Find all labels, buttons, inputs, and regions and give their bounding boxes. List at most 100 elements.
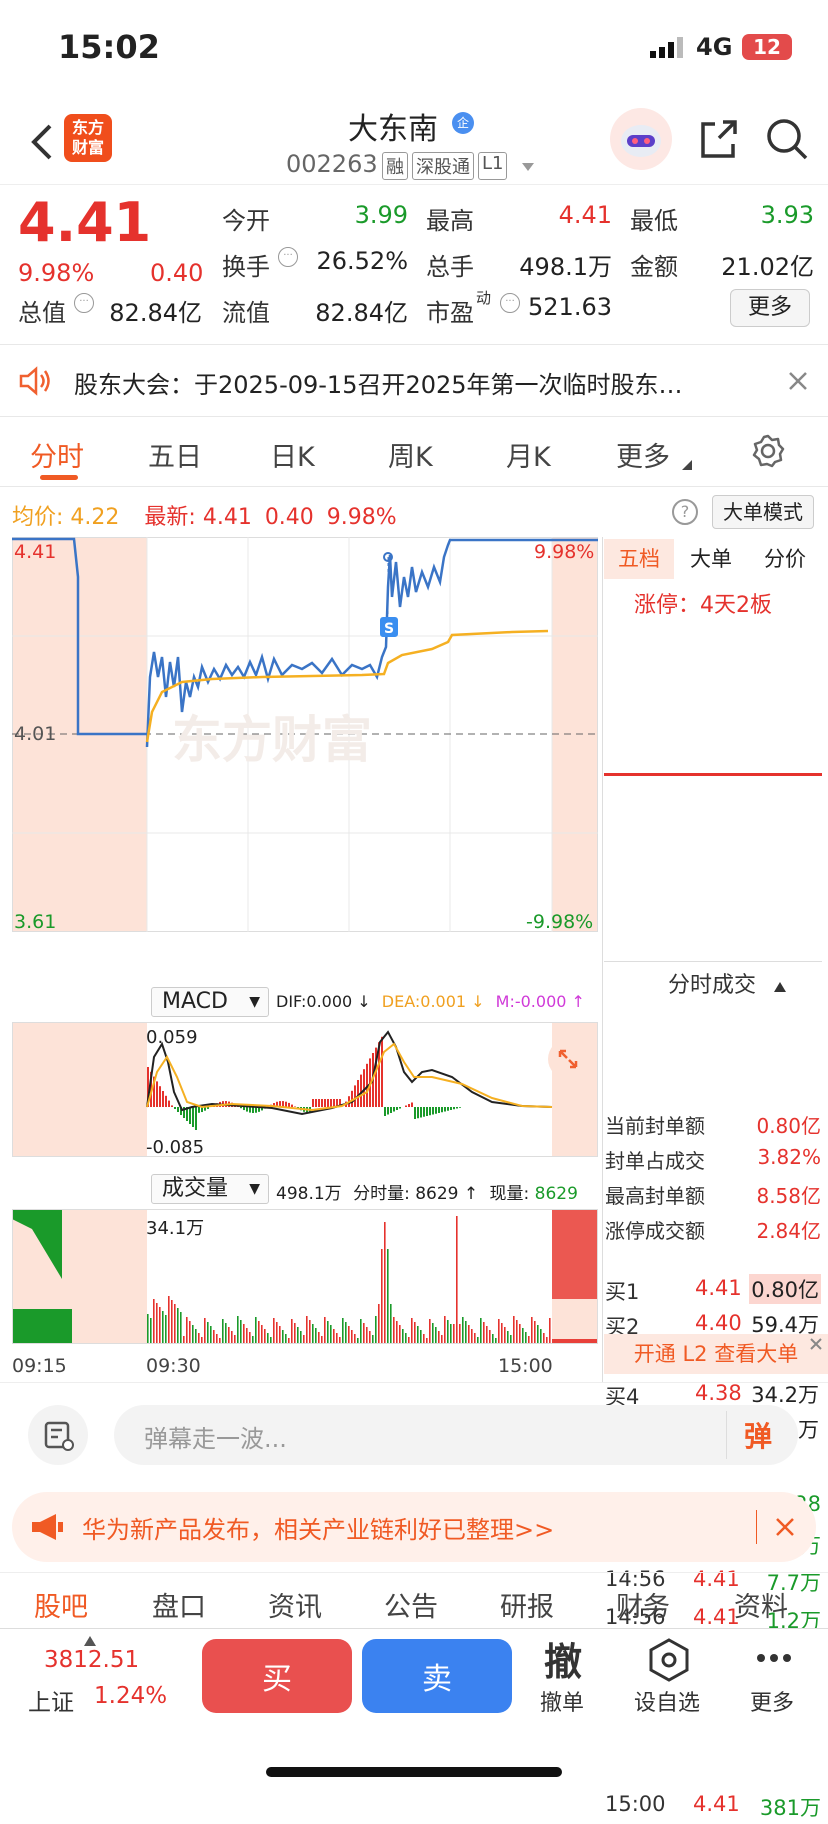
volume-bar	[411, 1318, 413, 1344]
share-icon[interactable]	[695, 116, 741, 162]
macd-bar	[333, 1099, 335, 1107]
price-chart[interactable]: 东方财富 S	[12, 537, 598, 932]
volume-bar	[456, 1216, 458, 1344]
more-dots-icon[interactable]: ···	[278, 247, 298, 267]
volume-selector[interactable]: 成交量 ▼	[151, 1174, 269, 1204]
dropdown-icon[interactable]	[520, 158, 536, 170]
back-icon[interactable]	[22, 120, 62, 164]
volume-bar	[234, 1335, 236, 1344]
index-name[interactable]: 上证	[28, 1683, 74, 1717]
volume-bar	[183, 1336, 185, 1344]
volume-bar	[147, 1314, 149, 1344]
macd-bar	[387, 1107, 389, 1115]
tag-connect: 深股通	[412, 152, 474, 180]
bid-row[interactable]: 买1 4.41 0.80亿	[605, 1272, 825, 1306]
side-tab-level5[interactable]: 五档	[604, 539, 674, 579]
more-dots-icon[interactable]: ···	[74, 293, 94, 313]
macd-bar	[312, 1099, 314, 1107]
l2-upgrade-banner[interactable]: 开通 L2 查看大单	[604, 1334, 828, 1374]
big-order-mode-button[interactable]: 大单模式	[712, 495, 814, 529]
tab-5day[interactable]: 五日	[148, 435, 202, 474]
index-pct[interactable]: 1.24%	[94, 1683, 167, 1709]
macd-bar	[249, 1107, 251, 1113]
volume-bar	[309, 1320, 311, 1344]
tab-intraday[interactable]: 分时	[30, 435, 84, 474]
tab-more[interactable]: 更多	[616, 435, 670, 474]
tab-weekly[interactable]: 周K	[388, 435, 433, 474]
more-dots-icon[interactable]: ···	[500, 293, 520, 313]
limit-stat-row: 当前封单额 0.80亿	[605, 1106, 825, 1140]
macd-m: M:-0.000 ↑	[496, 992, 585, 1011]
help-icon[interactable]: ?	[672, 499, 698, 525]
side-tab-price[interactable]: 分价	[764, 539, 806, 579]
danmu-divider	[726, 1411, 727, 1459]
logo-text-2: 财富	[64, 138, 112, 158]
close-icon[interactable]	[786, 369, 810, 393]
limit-stat-row: 最高封单额 8.58亿	[605, 1176, 825, 1210]
notice-bar[interactable]: 股东大会：于2025-09-15召开2025年第一次临时股东…	[0, 345, 828, 417]
limit-stat-label: 当前封单额	[605, 1110, 705, 1139]
clock: 15:02	[58, 28, 160, 66]
expand-icon[interactable]	[548, 1039, 588, 1079]
index-value[interactable]: 3812.51	[44, 1647, 139, 1673]
subtab-research[interactable]: 研报	[500, 1585, 554, 1624]
volume-bar	[366, 1327, 368, 1344]
volume-bar	[501, 1323, 503, 1344]
macd-selector[interactable]: MACD ▼	[151, 987, 269, 1017]
more-label[interactable]: 更多	[750, 1685, 794, 1717]
limit-stat-value: 8.58亿	[756, 1180, 821, 1209]
low-value: 3.93	[716, 201, 814, 229]
add-favorite-icon[interactable]	[646, 1637, 692, 1683]
side-tab-big[interactable]: 大单	[690, 539, 732, 579]
stock-name: 大东南	[348, 104, 438, 148]
assistant-robot-icon[interactable]	[610, 108, 672, 170]
volume-bar	[282, 1330, 284, 1344]
volume-bar	[351, 1330, 353, 1344]
limit-stat-value: 0.80亿	[756, 1110, 821, 1139]
cancel-order-label[interactable]: 撤单	[540, 1685, 584, 1717]
macd-chart[interactable]	[12, 1022, 598, 1157]
avg-label: 均价:	[12, 505, 63, 530]
macd-bar	[447, 1107, 449, 1111]
volume-bar	[162, 1311, 164, 1344]
subtab-finance[interactable]: 财务	[616, 1585, 670, 1624]
last-change: 0.40	[265, 505, 314, 530]
danmu-input[interactable]: 弹幕走一波... 弹	[114, 1405, 798, 1465]
subtab-news[interactable]: 资讯	[268, 1585, 322, 1624]
add-favorite-label[interactable]: 设自选	[634, 1685, 700, 1717]
l2-close-icon[interactable]	[808, 1336, 824, 1352]
volume-bar	[423, 1334, 425, 1344]
promo-close-icon[interactable]	[774, 1516, 796, 1538]
promo-divider	[756, 1510, 757, 1544]
macd-caret-icon: ▼	[249, 988, 260, 1016]
more-button[interactable]: 更多	[730, 289, 810, 327]
volume-bar	[453, 1324, 455, 1344]
ticks-sort-icon[interactable]	[774, 977, 786, 987]
danmu-send-button[interactable]: 弹	[744, 1415, 772, 1455]
tab-daily[interactable]: 日K	[270, 435, 315, 474]
volume-chart[interactable]	[12, 1209, 598, 1344]
battery-icon: 12	[742, 34, 792, 60]
subtab-announcements[interactable]: 公告	[384, 1585, 438, 1624]
tag-level: L1	[478, 152, 507, 180]
macd-bar	[174, 1107, 176, 1109]
settings-gear-icon[interactable]	[750, 433, 786, 469]
volume-bar	[375, 1316, 377, 1344]
volume-bar	[177, 1308, 179, 1344]
search-icon[interactable]	[764, 116, 810, 162]
promo-banner[interactable]: 华为新产品发布，相关产业链利好已整理>>	[12, 1492, 816, 1562]
volume-bar	[165, 1315, 167, 1344]
tab-monthly[interactable]: 月K	[506, 435, 551, 474]
subtab-profile[interactable]: 资料	[734, 1585, 788, 1624]
subtab-forum[interactable]: 股吧	[34, 1585, 88, 1624]
stock-header: 东方 财富 大东南 企 002263 融 深股通 L1	[0, 100, 828, 185]
danmu-settings-icon[interactable]	[28, 1405, 88, 1465]
volume-bar	[534, 1321, 536, 1344]
cancel-order-icon[interactable]: 撤	[544, 1631, 582, 1686]
sell-button[interactable]: 卖	[362, 1639, 512, 1713]
more-icon[interactable]	[756, 1649, 792, 1661]
volume-bar	[432, 1323, 434, 1344]
subtab-orderbook[interactable]: 盘口	[152, 1585, 206, 1624]
volume-bar	[168, 1296, 170, 1344]
buy-button[interactable]: 买	[202, 1639, 352, 1713]
